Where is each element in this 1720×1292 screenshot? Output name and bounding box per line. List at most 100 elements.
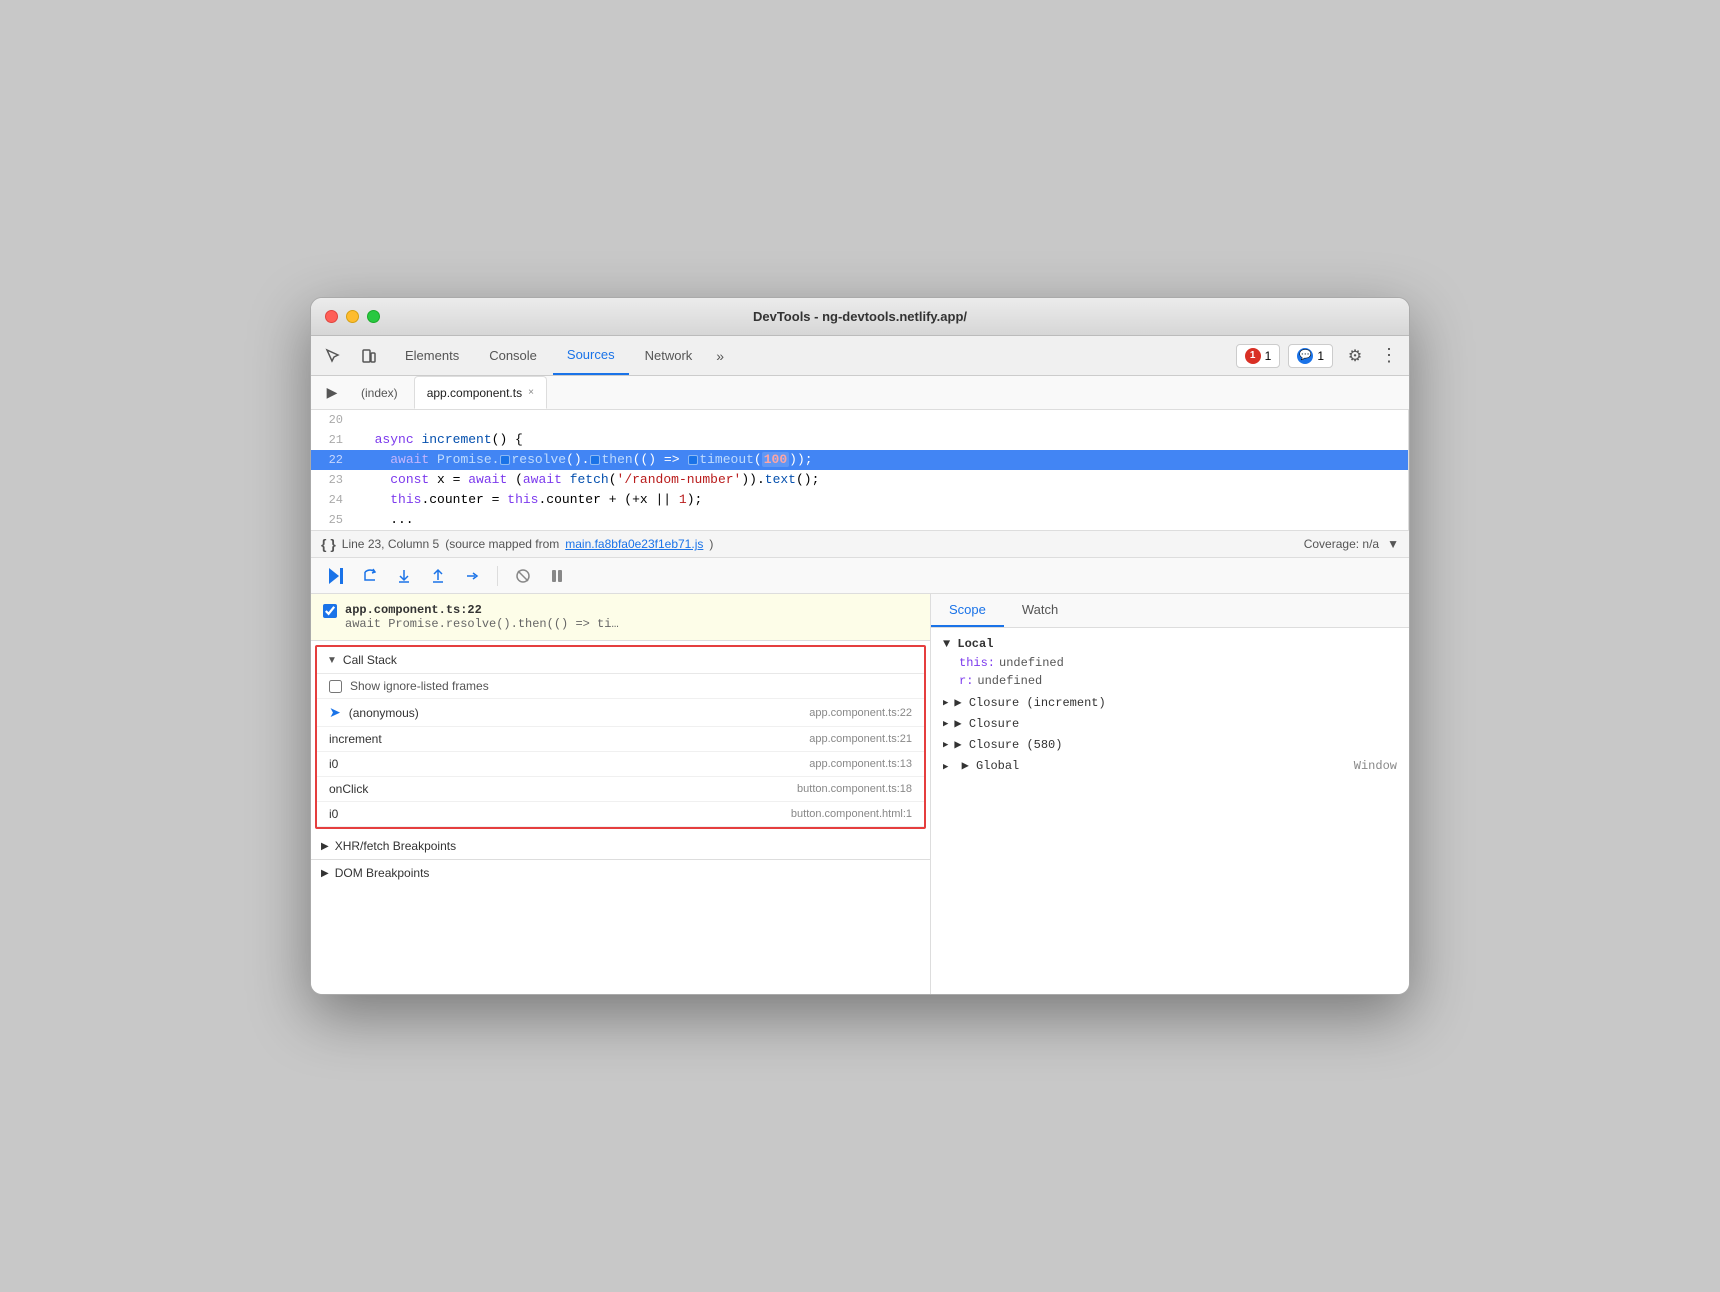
filetab-close-button[interactable]: ×	[528, 387, 534, 398]
window-title: DevTools - ng-devtools.netlify.app/	[753, 309, 967, 324]
frame-name-increment: increment	[329, 732, 809, 746]
xhr-breakpoints-section: ▶ XHR/fetch Breakpoints	[311, 833, 930, 860]
close-button[interactable]	[325, 310, 338, 323]
frame-loc-onclick: button.component.ts:18	[797, 783, 912, 795]
ignore-listed-row: Show ignore-listed frames	[317, 674, 924, 699]
statusbar-right: Coverage: n/a ▼	[1304, 537, 1399, 551]
coverage-label: Coverage: n/a	[1304, 537, 1379, 551]
code-editor: 20 21 async increment() { 22 await Promi…	[311, 410, 1409, 530]
error-count: 1	[1245, 348, 1261, 364]
callstack-frame-onclick[interactable]: onClick button.component.ts:18	[317, 777, 924, 802]
frame-name-i0-1: i0	[329, 757, 809, 771]
closure-580-triangle-icon: ▶	[943, 740, 948, 750]
scope-global-value: Window	[1354, 759, 1397, 773]
scope-tabbar: Scope Watch	[931, 594, 1409, 628]
frame-name-i0-2: i0	[329, 807, 791, 821]
scope-prop-this: this: undefined	[931, 654, 1409, 672]
resume-button[interactable]	[323, 563, 349, 589]
error-badge-button[interactable]: 1 1	[1236, 344, 1281, 368]
frame-name-anonymous: (anonymous)	[349, 706, 810, 720]
breakpoints-section: app.component.ts:22 await Promise.resolv…	[311, 594, 930, 641]
toolbar-divider	[497, 566, 498, 586]
tab-scope[interactable]: Scope	[931, 594, 1004, 627]
callstack-triangle-icon: ▼	[327, 655, 337, 666]
closure-increment-triangle-icon: ▶	[943, 698, 948, 708]
scope-group-closure-580[interactable]: ▶ ▶ Closure (580)	[931, 734, 1409, 755]
dom-triangle-icon: ▶	[321, 868, 329, 879]
cursor-position: Line 23, Column 5	[342, 537, 439, 551]
file-tabbar: ▶ (index) app.component.ts ×	[311, 376, 1409, 410]
tab-elements[interactable]: Elements	[391, 336, 473, 375]
filetab-app-component[interactable]: app.component.ts ×	[414, 376, 547, 409]
xhr-triangle-icon: ▶	[321, 841, 329, 852]
more-options-button[interactable]: ⋮	[1377, 344, 1401, 368]
code-line-21: 21 async increment() {	[311, 430, 1408, 450]
info-icon: 💬	[1297, 348, 1313, 364]
pause-exceptions-button[interactable]	[544, 563, 570, 589]
callstack-section: ▼ Call Stack Show ignore-listed frames ➤…	[315, 645, 926, 829]
global-triangle-icon: ▶	[943, 762, 948, 772]
file-nav-icon[interactable]: ▶	[319, 380, 345, 406]
step-over-button[interactable]	[357, 563, 383, 589]
code-line-23: 23 const x = await (await fetch('/random…	[311, 470, 1408, 490]
main-tabbar: Elements Console Sources Network » 1 1 💬…	[311, 336, 1409, 376]
breakpoint-code: await Promise.resolve().then(() => ti…	[345, 617, 619, 631]
callstack-title: Call Stack	[343, 653, 397, 667]
coverage-menu-icon[interactable]: ▼	[1387, 537, 1399, 551]
deactivate-breakpoints-button[interactable]	[510, 563, 536, 589]
scope-local-header[interactable]: ▼ Local	[931, 634, 1409, 654]
code-line-25: 25 ...	[311, 510, 1408, 530]
tab-console[interactable]: Console	[475, 336, 551, 375]
right-panel: Scope Watch ▼ Local this: undefined	[931, 594, 1409, 994]
callstack-frame-i0-1[interactable]: i0 app.component.ts:13	[317, 752, 924, 777]
scope-group-closure[interactable]: ▶ ▶ Closure	[931, 713, 1409, 734]
callstack-frame-increment[interactable]: increment app.component.ts:21	[317, 727, 924, 752]
settings-button[interactable]: ⚙	[1341, 342, 1369, 370]
inspect-icon[interactable]	[319, 342, 347, 370]
ignore-listed-checkbox[interactable]	[329, 680, 342, 693]
window-controls	[325, 310, 380, 323]
step-into-button[interactable]	[391, 563, 417, 589]
scope-group-closure-increment[interactable]: ▶ ▶ Closure (increment)	[931, 692, 1409, 713]
dom-breakpoints-section: ▶ DOM Breakpoints	[311, 860, 930, 886]
code-line-20: 20	[311, 410, 1408, 430]
dom-breakpoints-header[interactable]: ▶ DOM Breakpoints	[311, 860, 930, 886]
tab-watch[interactable]: Watch	[1004, 594, 1076, 627]
callstack-frame-anonymous[interactable]: ➤ (anonymous) app.component.ts:22	[317, 699, 924, 727]
device-icon[interactable]	[355, 342, 383, 370]
more-tabs-button[interactable]: »	[708, 344, 732, 368]
frame-name-onclick: onClick	[329, 782, 797, 796]
statusbar: { } Line 23, Column 5 (source mapped fro…	[311, 530, 1409, 558]
dom-breakpoints-title: DOM Breakpoints	[335, 866, 430, 880]
source-file-link[interactable]: main.fa8bfa0e23f1eb71.js	[565, 537, 703, 551]
xhr-breakpoints-header[interactable]: ▶ XHR/fetch Breakpoints	[311, 833, 930, 859]
scope-group-global[interactable]: ▶ ▶ Global Window	[931, 755, 1409, 776]
scope-group-local: ▼ Local this: undefined r: undefined	[931, 634, 1409, 690]
filetab-index[interactable]: (index)	[349, 376, 410, 409]
scope-prop-r: r: undefined	[931, 672, 1409, 690]
step-button[interactable]	[459, 563, 485, 589]
callstack-header[interactable]: ▼ Call Stack	[317, 647, 924, 674]
source-mapped-label: (source mapped from	[445, 537, 559, 551]
maximize-button[interactable]	[367, 310, 380, 323]
closure-triangle-icon: ▶	[943, 719, 948, 729]
code-line-24: 24 this.counter = this.counter + (+x || …	[311, 490, 1408, 510]
callstack-frame-i0-2[interactable]: i0 button.component.html:1	[317, 802, 924, 827]
devtools-window: DevTools - ng-devtools.netlify.app/ Elem…	[310, 297, 1410, 995]
info-badge-button[interactable]: 💬 1	[1288, 344, 1333, 368]
frame-loc-increment: app.component.ts:21	[809, 733, 912, 745]
active-frame-arrow-icon: ➤	[329, 704, 341, 721]
debugger-toolbar	[311, 558, 1409, 594]
tab-sources[interactable]: Sources	[553, 336, 629, 375]
left-panel: app.component.ts:22 await Promise.resolv…	[311, 594, 931, 994]
step-out-button[interactable]	[425, 563, 451, 589]
xhr-breakpoints-title: XHR/fetch Breakpoints	[335, 839, 456, 853]
scope-key-r: r:	[959, 674, 973, 688]
scope-val-this: undefined	[999, 656, 1064, 670]
minimize-button[interactable]	[346, 310, 359, 323]
format-button[interactable]: { }	[321, 536, 336, 552]
breakpoint-checkbox[interactable]	[323, 604, 337, 618]
bottom-panels: app.component.ts:22 await Promise.resolv…	[311, 594, 1409, 994]
tab-network[interactable]: Network	[631, 336, 707, 375]
scope-val-r: undefined	[977, 674, 1042, 688]
